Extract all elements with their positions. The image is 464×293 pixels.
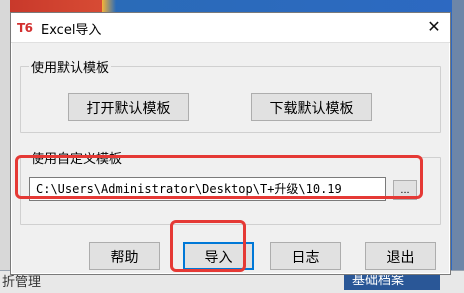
exit-button[interactable]: 退出 (365, 242, 436, 270)
default-template-group-title: 使用默认模板 (29, 57, 112, 76)
dialog-titlebar: T6 Excel导入 ✕ (11, 13, 450, 43)
dialog-title: Excel导入 (41, 23, 102, 38)
background-right-strip (452, 0, 464, 292)
template-path-input[interactable]: C:\Users\Administrator\Desktop\T+升级\10.1… (29, 177, 386, 201)
open-default-template-button[interactable]: 打开默认模板 (68, 93, 189, 121)
close-button[interactable]: ✕ (426, 19, 442, 35)
background-left-strip (0, 0, 10, 292)
t6-logo: T6 (17, 21, 33, 35)
download-default-template-button[interactable]: 下载默认模板 (251, 93, 372, 121)
browse-button[interactable]: ... (393, 180, 417, 200)
logo-text: T6 (17, 21, 33, 35)
import-button[interactable]: 导入 (183, 242, 254, 270)
custom-template-group-title: 使用自定义模板 (29, 148, 125, 167)
log-button[interactable]: 日志 (270, 242, 341, 270)
help-button[interactable]: 帮助 (89, 242, 160, 270)
excel-import-dialog: T6 Excel导入 ✕ 使用默认模板 打开默认模板 下载默认模板 使用自定义模… (10, 12, 451, 275)
